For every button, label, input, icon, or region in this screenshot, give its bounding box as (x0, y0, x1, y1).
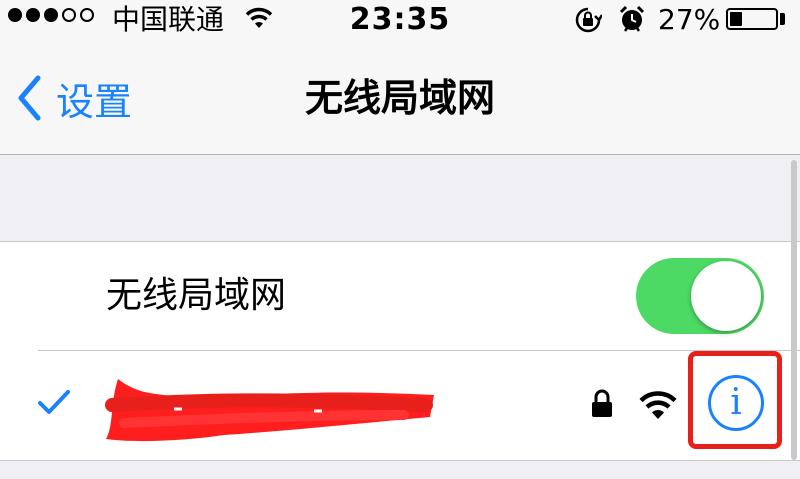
wifi-signal-icon (639, 391, 677, 419)
wifi-toggle-label: 无线局域网 (106, 275, 287, 316)
navigation-bar: 设置 无线局域网 (0, 40, 800, 155)
battery-fill (730, 12, 742, 26)
page-title: 无线局域网 (304, 76, 495, 120)
battery-cap (780, 13, 785, 25)
alarm-icon (619, 5, 645, 32)
section-spacer (0, 155, 800, 242)
rotation-lock-icon (575, 7, 602, 33)
network-row[interactable]: i (0, 351, 800, 459)
checkmark-icon (38, 390, 70, 414)
wifi-settings-table: 无线局域网 i (0, 242, 800, 460)
battery-percent: 27% (658, 3, 721, 36)
scrollbar[interactable] (791, 160, 797, 460)
lock-icon (592, 389, 612, 417)
redacted-network-name (105, 379, 434, 442)
switch-knob (691, 261, 761, 331)
red-annotation-box (688, 351, 782, 449)
wifi-toggle-switch[interactable] (636, 258, 764, 334)
section-footer-spacer (0, 461, 800, 479)
status-bar: 中国联通 23:35 27% (0, 0, 800, 40)
battery-icon (726, 8, 778, 30)
wifi-toggle-row: 无线局域网 (0, 242, 800, 350)
